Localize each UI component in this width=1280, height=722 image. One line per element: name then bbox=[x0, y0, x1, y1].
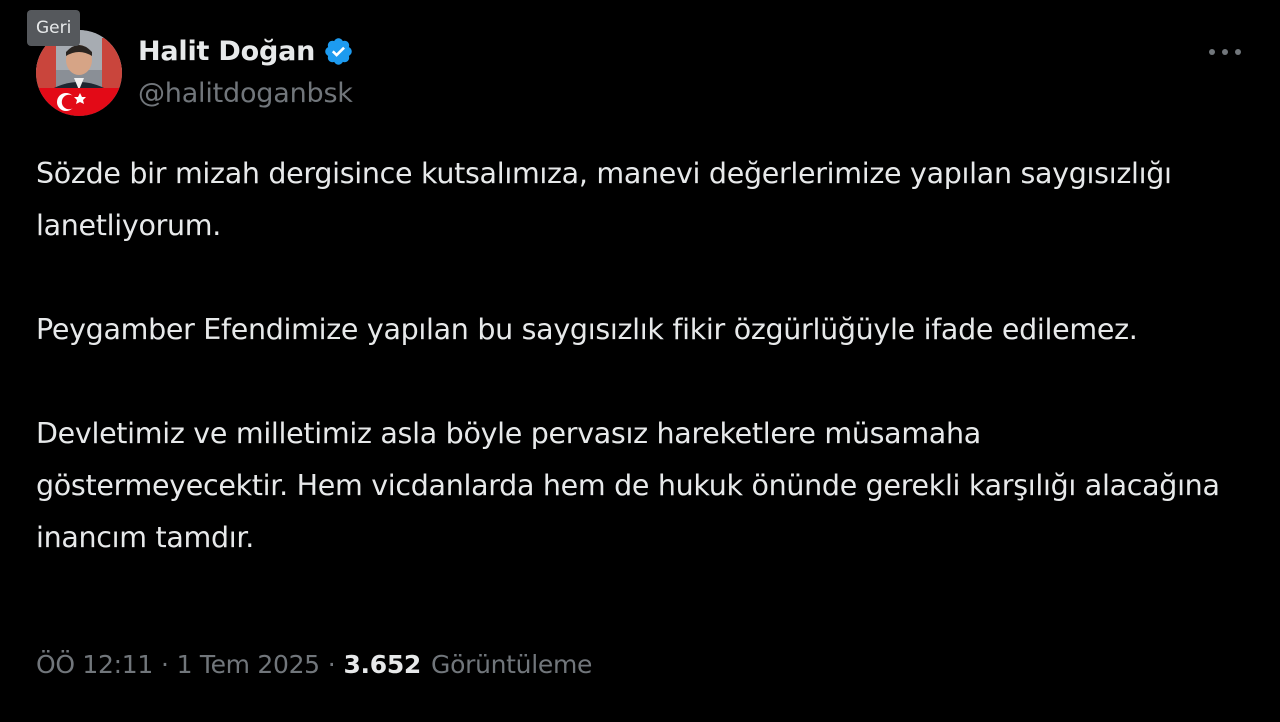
tweet-time[interactable]: ÖÖ 12:11 bbox=[36, 650, 153, 679]
tweet-detail: Geri Halit Doğan @halitdoganbsk Sözde bi… bbox=[0, 0, 1280, 722]
tweet-meta: ÖÖ 12:11 · 1 Tem 2025 · 3.652 Görüntülem… bbox=[36, 644, 592, 684]
tweet-paragraph: Devletimiz ve milletimiz asla böyle perv… bbox=[36, 417, 1229, 554]
name-row: Halit Doğan bbox=[138, 32, 354, 70]
tweet-paragraph: Peygamber Efendimize yapılan bu saygısız… bbox=[36, 313, 1138, 346]
views-count[interactable]: 3.652 bbox=[343, 650, 421, 679]
tweet-paragraph: Sözde bir mizah dergisince kutsalımıza, … bbox=[36, 157, 1190, 242]
tweet-text: Sözde bir mizah dergisince kutsalımıza, … bbox=[36, 148, 1236, 564]
meta-separator: · bbox=[160, 649, 169, 679]
views-label: Görüntüleme bbox=[431, 649, 593, 679]
author-block: Halit Doğan @halitdoganbsk bbox=[138, 32, 354, 114]
user-handle[interactable]: @halitdoganbsk bbox=[138, 74, 354, 114]
verified-badge-icon[interactable] bbox=[323, 36, 354, 67]
back-tooltip: Geri bbox=[27, 10, 81, 46]
display-name[interactable]: Halit Doğan bbox=[138, 36, 315, 67]
tweet-date[interactable]: 1 Tem 2025 bbox=[177, 650, 320, 679]
more-options-button[interactable] bbox=[1203, 36, 1247, 68]
more-horizontal-icon bbox=[1209, 49, 1241, 55]
meta-separator: · bbox=[327, 649, 336, 679]
